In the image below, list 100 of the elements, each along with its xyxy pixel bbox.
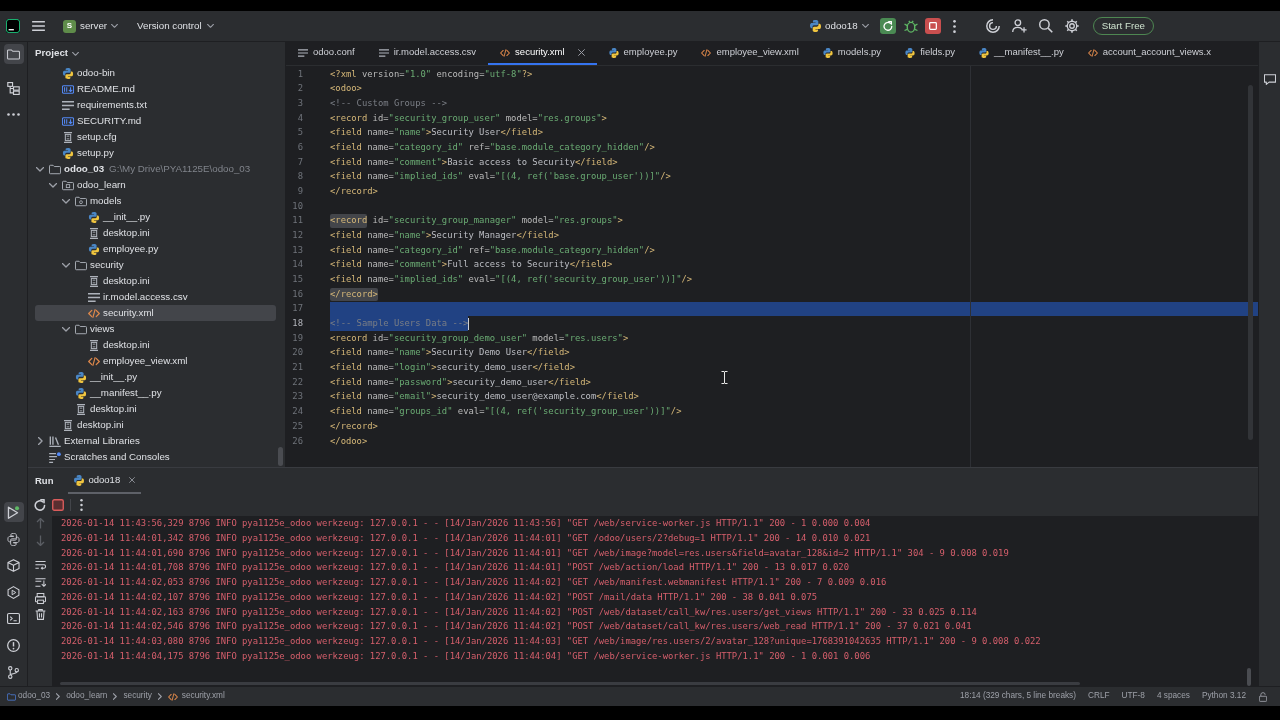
search-icon[interactable] (1038, 19, 1053, 33)
app-logo-icon[interactable] (6, 19, 20, 33)
breadcrumb-item[interactable]: odoo_03 (7, 690, 51, 703)
stop-button[interactable] (924, 18, 941, 34)
code-line: <field name="email">security_demo_user@example.com</field> (330, 390, 639, 404)
status-item[interactable]: UTF-8 (1121, 690, 1145, 703)
editor-tab[interactable]: employee.py (596, 42, 690, 65)
line-number: 20 (291, 346, 304, 360)
tree-item[interactable]: employee.py (35, 241, 276, 257)
swirl-icon[interactable] (985, 19, 1000, 33)
close-icon[interactable] (129, 477, 136, 483)
python-logo-icon (822, 47, 833, 58)
cube-icon (7, 559, 20, 573)
run-configuration-widget[interactable]: odoo18 (806, 15, 873, 37)
log-line: 2026-01-14 11:44:02,107 8796 INFO pya1125e_odoo werkzeug: 127.0.0.1 - - [14/Jan/2026 11:44:02] "POST /mail/data HTTP/1.1" 200 - 38 0.041 0.075 (61, 590, 818, 604)
tree-item[interactable]: Scratches and Consoles (35, 449, 276, 465)
tree-item[interactable]: desktop.ini (35, 417, 276, 433)
code-icon (500, 47, 511, 58)
editor-tab[interactable]: account_account_views.x (1075, 42, 1223, 65)
tree-item[interactable]: odoo-bin (35, 65, 276, 81)
breadcrumb-item[interactable]: security.xml (167, 690, 225, 703)
package-folder-icon (75, 195, 87, 207)
tree-item[interactable]: setup.cfg (35, 129, 276, 145)
code-icon (88, 307, 100, 319)
tool-window-button[interactable] (3, 44, 24, 64)
soft-wrap-icon[interactable] (34, 560, 46, 571)
add-user-icon[interactable] (1011, 19, 1027, 33)
more-icon[interactable] (952, 19, 956, 33)
tree-item[interactable]: models (35, 193, 276, 209)
tree-item[interactable]: desktop.ini (35, 225, 276, 241)
trash-icon[interactable] (34, 609, 46, 620)
stop-icon[interactable] (52, 499, 64, 511)
tool-window-button[interactable] (3, 502, 24, 523)
tree-item[interactable]: __init__.py (35, 209, 276, 225)
status-item[interactable]: Python 3.12 (1201, 690, 1246, 703)
code-line: <field name="password">security_demo_user</field> (330, 375, 591, 389)
code-icon (701, 47, 712, 58)
line-number: 3 (296, 97, 304, 111)
bug-icon[interactable] (903, 19, 918, 33)
log-line: 2026-01-14 11:44:01,708 8796 INFO pya1125e_odoo werkzeug: 127.0.0.1 - - [14/Jan/2026 11:44:01] "POST /web/action/load HTTP/1.1" 200 - 13 0.017 0.020 (61, 561, 849, 575)
tree-item[interactable]: ir.model.access.csv (35, 289, 276, 305)
editor-tab[interactable]: __manifest__.py (967, 42, 1076, 65)
rerun-button[interactable] (879, 18, 896, 34)
tree-item[interactable]: __manifest__.py (35, 385, 276, 401)
project-view-dropdown[interactable]: Project (33, 46, 82, 61)
version-control-widget[interactable]: Version control (133, 15, 218, 37)
scrollbar-thumb[interactable] (278, 447, 283, 466)
run-tab[interactable]: odoo18 (68, 468, 142, 494)
line-number: 18 (291, 317, 304, 331)
line-number: 12 (291, 229, 304, 243)
tree-item[interactable]: SECURITY.md (35, 113, 276, 129)
tree-item[interactable]: desktop.ini (35, 337, 276, 353)
chevron-right-icon (56, 693, 61, 700)
editor-tab[interactable]: models.py (810, 42, 894, 65)
status-item[interactable]: CRLF (1088, 690, 1110, 703)
text-lines-icon (62, 99, 74, 111)
settings-icon[interactable] (1064, 19, 1079, 33)
tree-item[interactable]: setup.py (35, 145, 276, 161)
scrollbar-thumb[interactable] (1247, 668, 1251, 686)
tree-item[interactable]: requirements.txt (35, 97, 276, 113)
tree-item[interactable]: odoo_03 G:\My Drive\PYA1125E\odoo_03 (35, 161, 276, 177)
line-number: 9 (296, 185, 304, 199)
printer-icon[interactable] (34, 593, 46, 604)
code-icon (1087, 47, 1098, 58)
tree-item[interactable]: security (35, 257, 276, 273)
tree-item[interactable]: views (35, 321, 276, 337)
tree-item[interactable]: README.md (35, 81, 276, 97)
status-item[interactable]: 4 spaces (1156, 690, 1190, 703)
tree-item[interactable]: employee_view.xml (35, 353, 276, 369)
python-logo-icon (62, 67, 74, 79)
log-line: 2026-01-14 11:43:56,329 8796 INFO pya1125e_odoo werkzeug: 127.0.0.1 - - [14/Jan/2026 11:43:56] "GET /web/service-worker.js HTTP/1.1" 200 - 1 0.000 0.004 (61, 517, 871, 530)
code-line: <field name="groups_id" eval="[(4, ref('security_group_user'))]"/> (330, 405, 682, 419)
editor-tab[interactable]: odoo.conf (286, 42, 367, 65)
text-lines-icon (378, 47, 389, 58)
tree-item[interactable]: desktop.ini (35, 401, 276, 417)
close-icon[interactable] (577, 49, 585, 56)
tree-item[interactable]: desktop.ini (35, 273, 276, 289)
chat-bubble-icon[interactable] (1263, 74, 1276, 85)
status-item[interactable]: 18:14 (329 chars, 5 line breaks) (959, 690, 1076, 703)
tree-item[interactable]: odoo_learn (35, 177, 276, 193)
menu-icon[interactable] (32, 21, 45, 31)
refresh-icon[interactable] (34, 499, 46, 511)
tree-item[interactable]: External Libraries (35, 433, 276, 449)
tree-item[interactable]: security.xml (35, 305, 276, 321)
lines-down-arrow-icon[interactable] (34, 577, 46, 588)
editor-tab[interactable]: ir.model.access.csv (366, 42, 489, 65)
project-widget[interactable]: S server (59, 15, 123, 37)
more-icon[interactable] (80, 499, 83, 511)
scrollbar-thumb[interactable] (1248, 85, 1253, 440)
config-file-icon (62, 131, 74, 143)
breadcrumb-item[interactable]: odoo_learn (66, 690, 108, 703)
breadcrumb-item[interactable]: security (123, 690, 152, 703)
tree-item[interactable]: __init__.py (35, 369, 276, 385)
line-number: 2 (296, 82, 304, 96)
editor-tab[interactable]: security.xml (488, 42, 597, 65)
editor-tab[interactable]: employee_view.xml (689, 42, 811, 65)
lock-icon[interactable] (1259, 691, 1267, 702)
line-number: 7 (296, 155, 304, 169)
markdown-file-icon (62, 83, 74, 95)
editor-tab[interactable]: fields.py (893, 42, 967, 65)
